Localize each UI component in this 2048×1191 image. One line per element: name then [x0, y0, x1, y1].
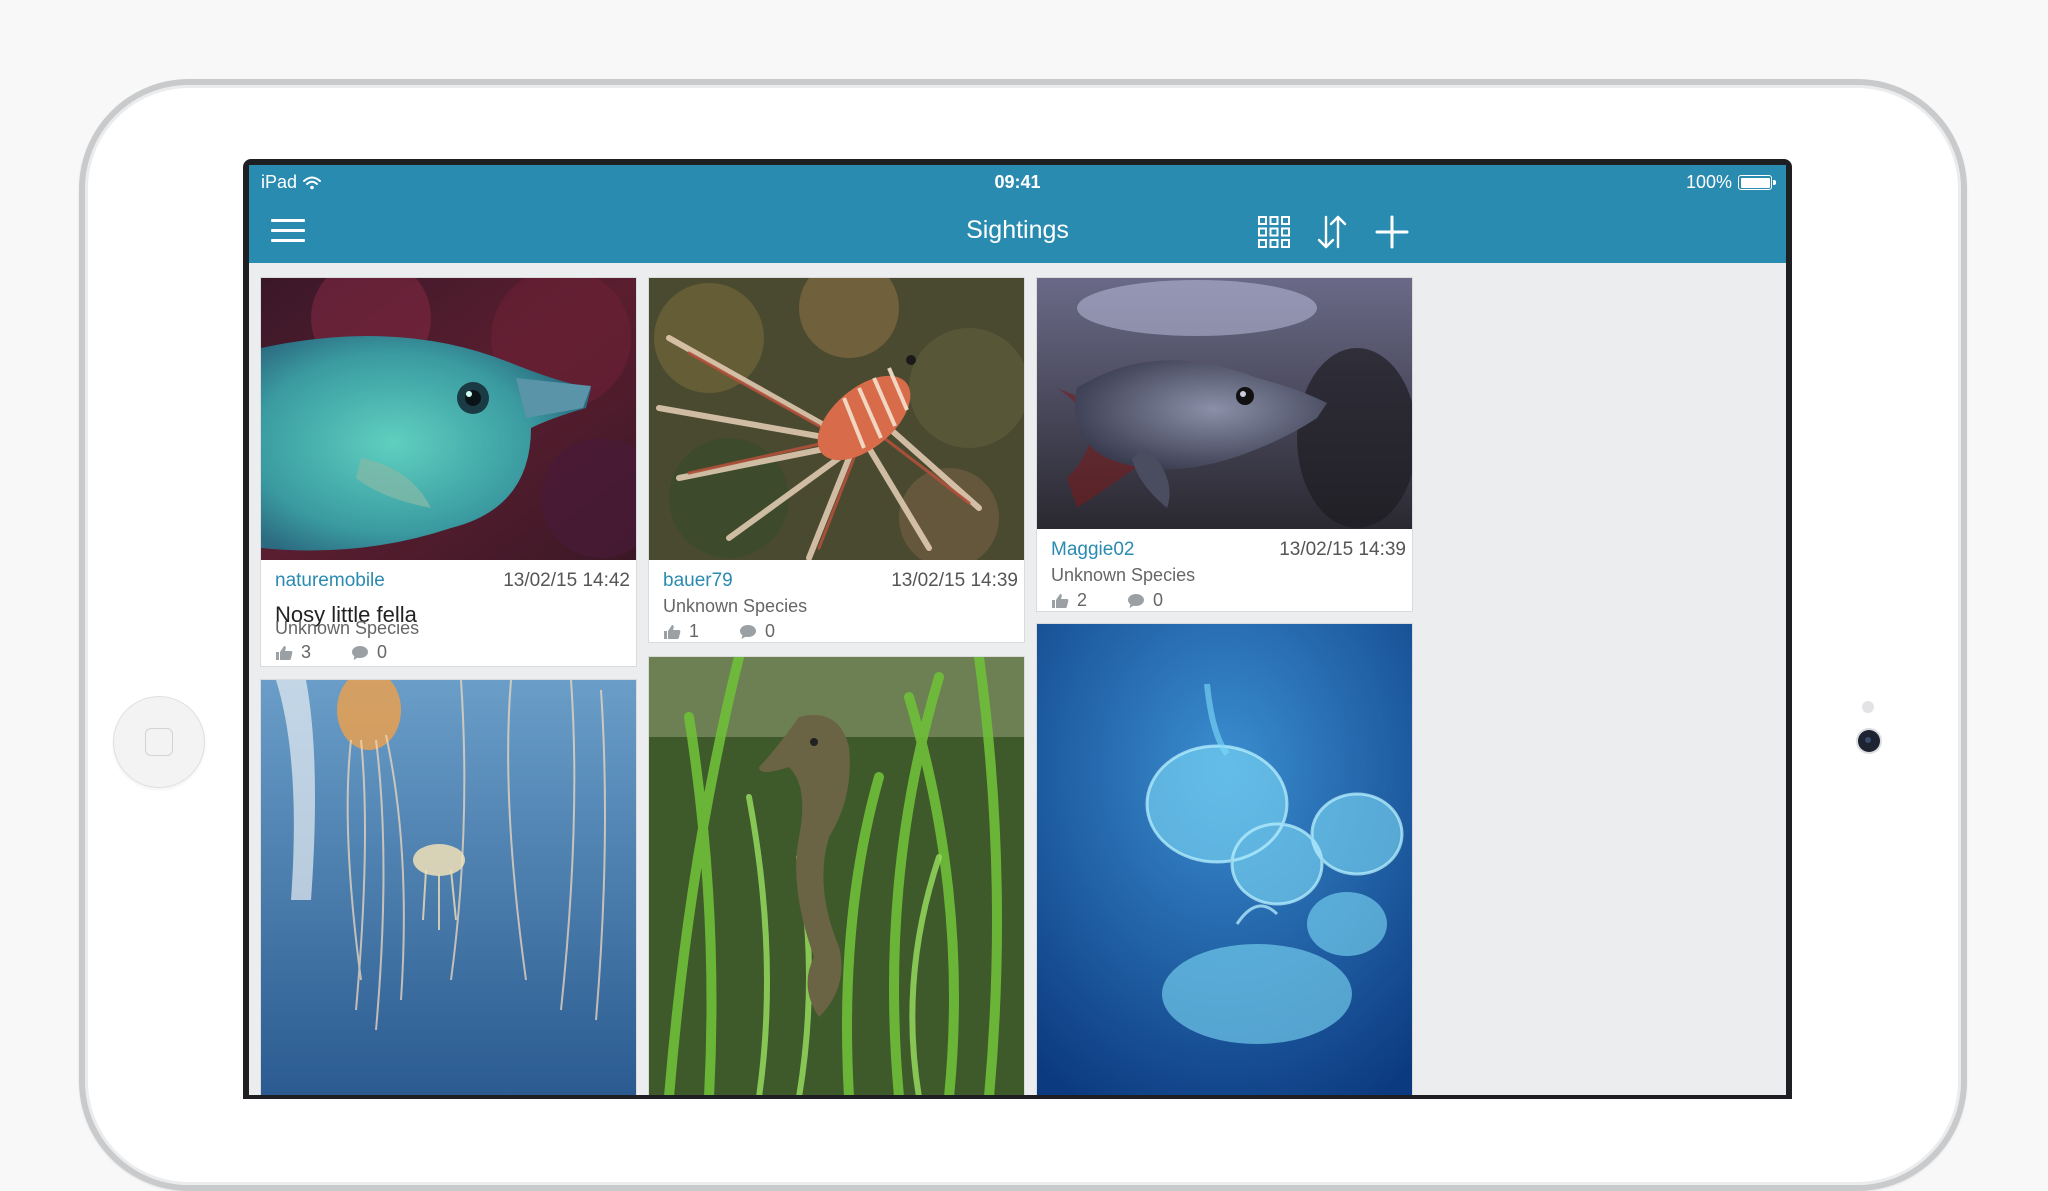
comment-bubble-icon[interactable]	[739, 624, 757, 640]
sightings-grid: naturemobile 13/02/15 14:42 Nosy little …	[249, 263, 1786, 1095]
app-display: iPad 09:41 100% Sightings naturemobile 1…	[249, 165, 1786, 1095]
comment-count: 0	[1153, 590, 1164, 610]
top-bar: iPad 09:41 100% Sightings	[249, 165, 1786, 263]
home-button[interactable]	[113, 696, 205, 788]
sighting-card[interactable]	[648, 656, 1025, 1095]
page-title: Sightings	[966, 216, 1069, 244]
battery-percent: 100%	[1685, 172, 1732, 192]
sighting-user[interactable]: Maggie02	[1051, 539, 1134, 561]
sighting-meta: bauer79 13/02/15 14:39 Unknown Species 1…	[649, 560, 1024, 642]
sighting-meta: naturemobile 13/02/15 14:42 Nosy little …	[261, 560, 636, 666]
sighting-stats: 2 0	[1051, 590, 1163, 611]
nav-bar: Sightings	[249, 199, 1786, 263]
sighting-date: 13/02/15 14:42	[503, 570, 630, 591]
home-button-square	[145, 728, 173, 756]
like-count: 1	[689, 621, 700, 641]
screen-bezel: iPad 09:41 100% Sightings naturemobile 1…	[243, 159, 1792, 1099]
sighting-photo	[1037, 624, 1412, 1095]
status-bar: iPad 09:41 100%	[249, 165, 1786, 199]
sighting-date: 13/02/15 14:39	[1279, 539, 1406, 560]
like-count: 2	[1077, 590, 1088, 610]
front-camera	[1858, 730, 1880, 752]
sighting-user[interactable]: naturemobile	[275, 570, 385, 592]
thumbs-up-icon[interactable]	[663, 624, 681, 640]
light-sensor	[1862, 701, 1874, 713]
sighting-date: 13/02/15 14:39	[891, 570, 1018, 591]
battery-icon	[1738, 175, 1776, 190]
status-right: 100%	[1685, 172, 1776, 193]
sighting-user[interactable]: bauer79	[663, 570, 733, 592]
sighting-stats: 1 0	[663, 621, 775, 642]
comment-bubble-icon[interactable]	[1127, 593, 1145, 609]
status-time: 09:41	[994, 172, 1041, 192]
sighting-card[interactable]: Maggie02 13/02/15 14:39 Unknown Species …	[1036, 277, 1413, 612]
comment-count: 0	[765, 621, 776, 641]
thumbs-up-icon[interactable]	[275, 645, 293, 661]
grid-view-icon[interactable]	[1255, 213, 1293, 251]
sighting-card[interactable]: naturemobile 13/02/15 14:42 Nosy little …	[260, 277, 637, 667]
sighting-photo	[649, 657, 1024, 1095]
sighting-photo	[261, 278, 636, 560]
plus-icon[interactable]	[1373, 213, 1411, 251]
comment-count: 0	[377, 642, 388, 662]
like-count: 3	[301, 642, 312, 662]
sighting-photo	[649, 278, 1024, 560]
sighting-species: Unknown Species	[663, 596, 808, 616]
sighting-card[interactable]	[1036, 623, 1413, 1095]
sighting-meta: Maggie02 13/02/15 14:39 Unknown Species …	[1037, 529, 1412, 611]
sighting-species: Unknown Species	[1051, 565, 1196, 585]
sighting-card[interactable]	[260, 679, 637, 1095]
thumbs-up-icon[interactable]	[1051, 593, 1069, 609]
sighting-card[interactable]: bauer79 13/02/15 14:39 Unknown Species 1…	[648, 277, 1025, 643]
comment-bubble-icon[interactable]	[351, 645, 369, 661]
sighting-stats: 3 0	[275, 642, 387, 663]
sort-icon[interactable]	[1313, 213, 1351, 251]
sighting-photo	[1037, 278, 1412, 529]
sighting-species: Unknown Species	[275, 618, 420, 638]
sighting-photo	[261, 680, 636, 1095]
